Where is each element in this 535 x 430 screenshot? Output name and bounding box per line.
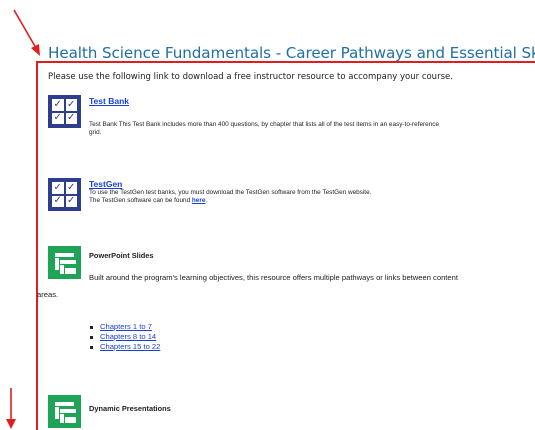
test-bank-link[interactable]: Test Bank <box>89 96 129 106</box>
powerpoint-title: PowerPoint Slides <box>89 251 154 260</box>
slides-icon <box>48 395 81 428</box>
test-bank-description-line2: grid. <box>89 129 102 136</box>
dynamic-presentations-title: Dynamic Presentations <box>89 404 171 413</box>
powerpoint-description-line1: Built around the program's learning obje… <box>89 273 458 282</box>
test-bank-description-line1: Test Bank This Test Bank includes more t… <box>89 121 440 128</box>
annotation-frame-top <box>36 61 535 63</box>
annotation-frame-left <box>36 61 38 430</box>
chapters-list: Chapters 1 to 7 Chapters 8 to 14 Chapter… <box>90 322 160 352</box>
intro-text: Please use the following link to downloa… <box>48 72 453 82</box>
annotation-arrow-top <box>13 9 40 56</box>
testgen-here-link[interactable]: here <box>192 197 206 204</box>
list-item: Chapters 8 to 14 <box>90 332 160 342</box>
testgen-line2: The TestGen software can be found here. <box>89 197 208 204</box>
powerpoint-description-line2: areas. <box>37 290 59 299</box>
page: Health Science Fundamentals - Career Pat… <box>0 0 535 430</box>
list-item: Chapters 1 to 7 <box>90 322 160 332</box>
checklist-icon: ✓ ✓ ✓ ✓ <box>48 178 81 211</box>
annotation-arrow-left <box>6 388 16 429</box>
chapters-8-14-link[interactable]: Chapters 8 to 14 <box>100 332 156 342</box>
chapters-1-7-link[interactable]: Chapters 1 to 7 <box>100 322 152 332</box>
page-title: Health Science Fundamentals - Career Pat… <box>48 44 535 62</box>
chapters-15-22-link[interactable]: Chapters 15 to 22 <box>100 342 160 352</box>
list-item: Chapters 15 to 22 <box>90 342 160 352</box>
slides-icon <box>48 246 81 279</box>
checklist-icon: ✓ ✓ ✓ ✓ <box>48 95 81 128</box>
